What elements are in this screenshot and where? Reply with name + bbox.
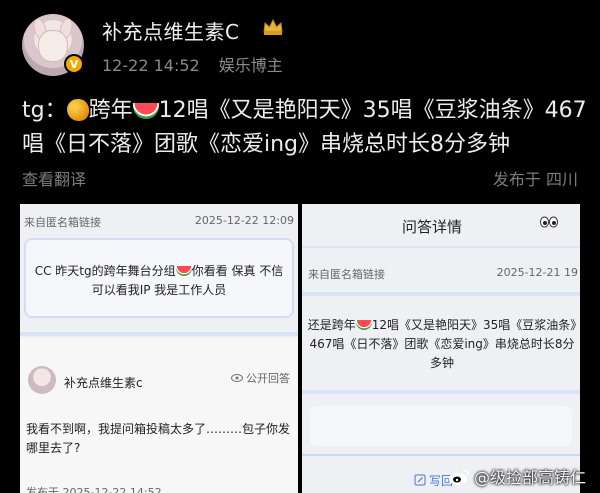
answer-area: [310, 406, 572, 446]
watermark-text: @级捡部高铸仁: [473, 468, 586, 487]
answerer-name: 补充点维生素c: [64, 376, 143, 390]
question-source: 来自匿名箱链接: [24, 216, 101, 229]
divider: [20, 332, 298, 336]
question-text: CC 昨天tg的跨年舞台分组 你看看 保真 不信可以看我IP 我是工作人员: [30, 262, 288, 300]
question-text-a: 还是跨年: [307, 318, 356, 332]
post-location: 发布于 四川: [492, 170, 578, 189]
answer-card: [20, 338, 298, 493]
question-text-a: CC 昨天tg的跨年舞台分组: [34, 264, 176, 278]
watermelon-icon: [175, 266, 192, 276]
divider: [302, 292, 580, 296]
question-text: 还是跨年 12唱《又是艳阳天》35唱《豆浆油条》467唱《日不落》团歌《恋爱ing…: [306, 316, 578, 373]
eye-icon: [231, 374, 243, 382]
divider: [302, 454, 580, 456]
eyes-icon: [540, 216, 558, 232]
post-prefix: tg：: [22, 98, 67, 123]
edit-icon: [414, 474, 426, 486]
right-screenshot[interactable]: 问答详情 来自匿名箱链接 2025-12-21 19 还是跨年 12唱《又是艳阳天…: [302, 204, 580, 493]
post-meta: 12-22 14:52 娱乐博主: [102, 52, 283, 76]
public-answer-text: 公开回答: [246, 372, 290, 385]
public-answer-label: 公开回答: [231, 370, 290, 386]
left-screenshot[interactable]: 来自匿名箱链接 2025-12-22 12:09 CC 昨天tg的跨年舞台分组你…: [20, 204, 298, 493]
author-tag: 娱乐博主: [218, 56, 283, 75]
qa-detail-title: 问答详情: [401, 218, 462, 236]
answer-text: 我看不到啊，我提问箱投稿太多了………包子你发哪里去了?: [26, 422, 291, 455]
avatar-face: [38, 30, 68, 62]
question-time: 2025-12-22 12:09: [194, 214, 294, 227]
username[interactable]: 补充点维生素C: [102, 16, 239, 45]
post-text-1: 跨年: [88, 98, 133, 123]
divider: [302, 390, 580, 394]
weibo-logo-icon: [448, 469, 469, 485]
translate-link[interactable]: 查看翻译: [22, 166, 86, 190]
verified-badge-icon: V: [64, 54, 84, 74]
post-time: 12-22 14:52: [102, 56, 200, 75]
watermelon-icon: [355, 320, 372, 330]
watermelon-icon: [132, 103, 159, 119]
answerer-avatar: [28, 366, 56, 394]
divider: [302, 246, 580, 248]
question-source: 来自匿名箱链接: [308, 268, 385, 281]
question-time: 2025-12-21 19: [496, 266, 578, 279]
answer-footer: 发布于 2025-12-22 14:52: [26, 486, 162, 493]
watermark: @级捡部高铸仁: [448, 464, 586, 488]
crown-icon: [263, 18, 283, 35]
mango-icon: [66, 99, 89, 121]
post-text: tg： 跨年 12唱《又是艳阳天》35唱《豆浆油条》467唱《日不落》团歌《恋爱in…: [22, 94, 592, 162]
